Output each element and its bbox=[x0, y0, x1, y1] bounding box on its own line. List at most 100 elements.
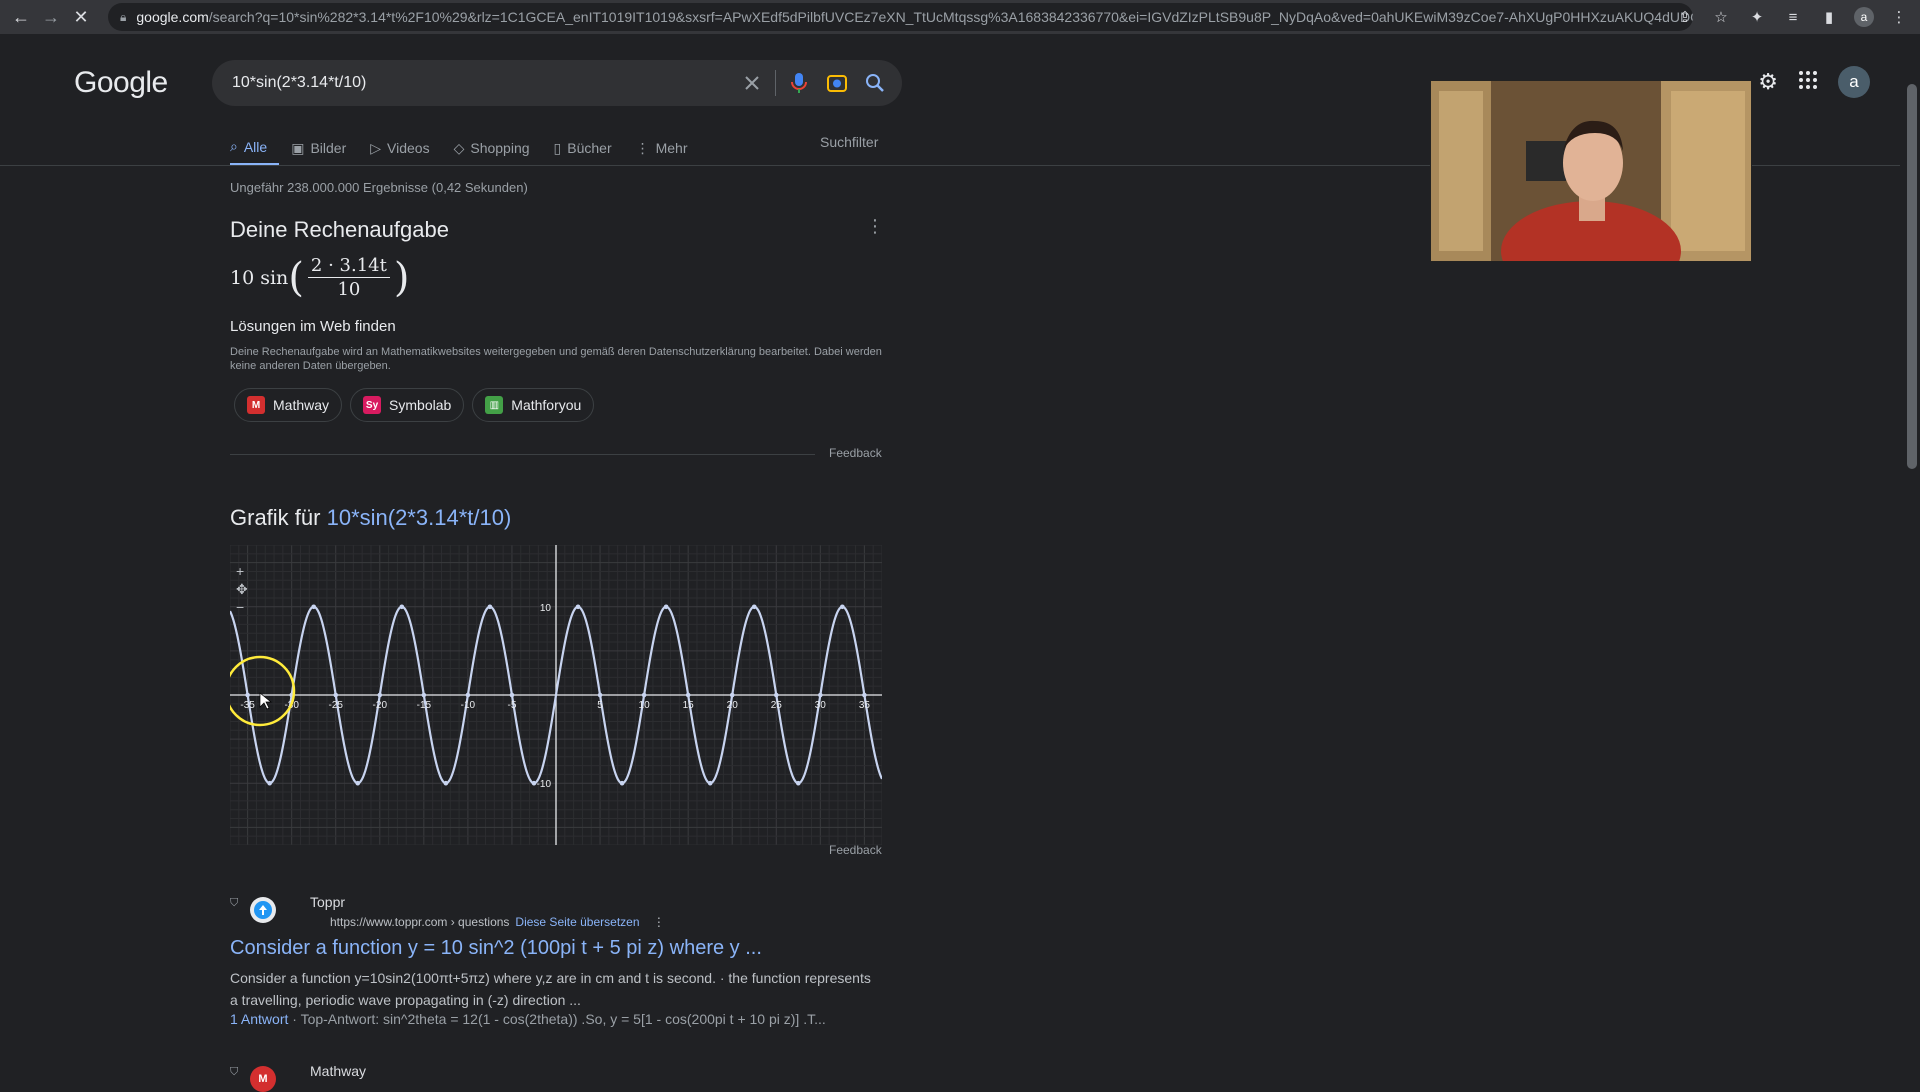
x-tick-label: -25 bbox=[329, 700, 344, 711]
result-answer-meta: 1 Antwort · Top-Antwort: sin^2theta = 12… bbox=[230, 1011, 826, 1027]
clear-icon[interactable] bbox=[733, 64, 771, 102]
scrollbar-thumb[interactable] bbox=[1907, 84, 1917, 469]
result-url-text: https://www.toppr.com › questions bbox=[330, 915, 510, 929]
y-tick-label: -10 bbox=[537, 779, 552, 790]
web-solutions-heading: Lösungen im Web finden bbox=[230, 318, 396, 335]
tab-mehr[interactable]: ⋮ Mehr bbox=[636, 130, 700, 166]
tab-bilder[interactable]: ▣ Bilder bbox=[291, 130, 358, 166]
left-paren: ( bbox=[288, 254, 304, 301]
minimum-point bbox=[531, 780, 537, 786]
answers-link[interactable]: 1 Antwort bbox=[230, 1011, 288, 1027]
result-site-name[interactable]: Mathway bbox=[310, 1063, 366, 1079]
tab-videos[interactable]: ▷ Videos bbox=[370, 130, 441, 166]
chip-mathforyou[interactable]: ▥ Mathforyou bbox=[472, 388, 595, 422]
x-tick-label: -20 bbox=[373, 700, 388, 711]
x-tick-label: -15 bbox=[417, 700, 432, 711]
pan-move-icon[interactable]: ✥ bbox=[236, 580, 248, 598]
account-avatar[interactable]: a bbox=[1838, 66, 1870, 98]
url-host: google.com bbox=[136, 9, 209, 25]
x-tick-point bbox=[421, 692, 427, 698]
image-icon: ▣ bbox=[291, 139, 305, 156]
camera-lens-icon[interactable] bbox=[818, 64, 856, 102]
result-title-link[interactable]: Consider a function y = 10 sin^2 (100pi … bbox=[230, 937, 762, 960]
maximum-point bbox=[751, 604, 757, 610]
webcam-person-image bbox=[1431, 81, 1751, 261]
maximum-point bbox=[663, 604, 669, 610]
x-tick-point bbox=[597, 692, 603, 698]
chip-mathway[interactable]: M Mathway bbox=[234, 388, 343, 422]
feedback-link[interactable]: Feedback bbox=[829, 843, 882, 857]
graph-title: Grafik für 10*sin(2*3.14*t/10) bbox=[230, 505, 511, 531]
forward-arrow-icon[interactable]: → bbox=[36, 2, 66, 32]
x-tick-point bbox=[862, 692, 867, 698]
x-tick-label: -5 bbox=[507, 700, 516, 711]
tab-label: Bilder bbox=[310, 140, 347, 156]
solver-chips: M Mathway Sy Symbolab ▥ Mathforyou bbox=[234, 388, 595, 422]
tab-buecher[interactable]: ▯ Bücher bbox=[554, 130, 624, 166]
bookmark-star-icon[interactable]: ☆ bbox=[1710, 8, 1732, 26]
zoom-out-button[interactable]: − bbox=[236, 598, 248, 616]
more-vert-icon[interactable]: ⋮ bbox=[866, 216, 884, 237]
x-tick-point bbox=[509, 692, 515, 698]
privacy-note: Deine Rechenaufgabe wird an Mathematikwe… bbox=[230, 346, 882, 372]
calc-card-title: Deine Rechenaufgabe bbox=[230, 217, 449, 242]
search-tabs: ⌕ Alle ▣ Bilder ▷ Videos ◇ Shopping ▯ Bü… bbox=[230, 130, 712, 166]
reading-list-icon[interactable]: ≡ bbox=[1782, 9, 1804, 26]
function-graph[interactable]: -35 -30 -25 -20 -15 -10 -5 5 10 15 20 25 30 3510-10 bbox=[230, 545, 882, 845]
maximum-point bbox=[840, 604, 845, 610]
book-icon: ▯ bbox=[553, 139, 562, 156]
tab-label: Bücher bbox=[567, 140, 612, 156]
tag-icon: ◇ bbox=[453, 139, 465, 156]
x-tick-label: 5 bbox=[597, 700, 603, 711]
x-tick-label: 30 bbox=[815, 700, 827, 711]
x-tick-label: 25 bbox=[771, 700, 783, 711]
share-icon[interactable]: ⇪ bbox=[1674, 8, 1696, 26]
extensions-puzzle-icon[interactable]: ✦ bbox=[1746, 8, 1768, 26]
toppr-favicon-icon bbox=[250, 897, 276, 923]
search-filter-button[interactable]: Suchfilter bbox=[820, 134, 878, 150]
shield-icon: ⛉ bbox=[230, 897, 239, 909]
browser-menu-icon[interactable]: ⋮ bbox=[1888, 8, 1910, 26]
chip-symbolab[interactable]: Sy Symbolab bbox=[350, 388, 465, 422]
search-icon[interactable] bbox=[856, 64, 894, 102]
more-vert-icon[interactable]: ⋮ bbox=[653, 915, 665, 929]
back-arrow-icon[interactable]: ← bbox=[6, 2, 36, 32]
y-tick-label: 10 bbox=[540, 603, 552, 614]
more-vert-icon: ⋮ bbox=[635, 139, 650, 156]
formula-fn: sin bbox=[260, 266, 289, 289]
feedback-link[interactable]: Feedback bbox=[829, 446, 882, 460]
mathway-logo-icon: M bbox=[247, 396, 265, 414]
address-bar[interactable]: 🔒︎ google.com/search?q=10*sin%282*3.14*t… bbox=[108, 3, 1693, 31]
zoom-in-button[interactable]: + bbox=[236, 562, 248, 580]
settings-gear-icon[interactable]: ⚙ bbox=[1758, 69, 1778, 95]
card-separator bbox=[230, 454, 815, 455]
webcam-overlay bbox=[1430, 80, 1752, 262]
tab-shopping[interactable]: ◇ Shopping bbox=[454, 130, 542, 166]
result-url[interactable]: https://www.toppr.com › questions Diese S… bbox=[330, 915, 665, 929]
search-input[interactable]: 10*sin(2*3.14*t/10) bbox=[232, 74, 733, 92]
x-tick-point bbox=[685, 692, 691, 698]
translate-link[interactable]: Diese Seite übersetzen bbox=[515, 915, 639, 929]
chip-label: Symbolab bbox=[389, 397, 452, 413]
formula-fraction: 2 · 3.14t 10 bbox=[307, 255, 390, 300]
microphone-icon[interactable] bbox=[780, 64, 818, 102]
x-tick-point bbox=[333, 692, 339, 698]
minimum-point bbox=[443, 780, 449, 786]
symbolab-logo-icon: Sy bbox=[363, 396, 382, 414]
google-logo[interactable]: Google bbox=[74, 66, 168, 100]
tab-label: Shopping bbox=[470, 140, 530, 156]
search-box[interactable]: 10*sin(2*3.14*t/10) bbox=[212, 60, 902, 106]
browser-toolbar: ← → ✕ 🔒︎ google.com/search?q=10*sin%282*… bbox=[0, 0, 1920, 34]
graph-title-expression[interactable]: 10*sin(2*3.14*t/10) bbox=[327, 505, 512, 530]
result-site-name[interactable]: Toppr bbox=[310, 894, 345, 910]
x-tick-label: 15 bbox=[683, 700, 695, 711]
stop-loading-icon[interactable]: ✕ bbox=[66, 2, 96, 32]
graph-title-prefix: Grafik für bbox=[230, 505, 321, 530]
url-path: /search?q=10*sin%282*3.14*t%2F10%29&rlz=… bbox=[208, 9, 1693, 25]
apps-grid-icon[interactable] bbox=[1798, 70, 1818, 95]
page-scrollbar[interactable] bbox=[1904, 34, 1920, 1080]
browser-profile-avatar[interactable]: a bbox=[1854, 7, 1874, 27]
maximum-point bbox=[575, 604, 581, 610]
side-panel-icon[interactable]: ▮ bbox=[1818, 8, 1840, 26]
tab-alle[interactable]: ⌕ Alle bbox=[230, 130, 280, 166]
